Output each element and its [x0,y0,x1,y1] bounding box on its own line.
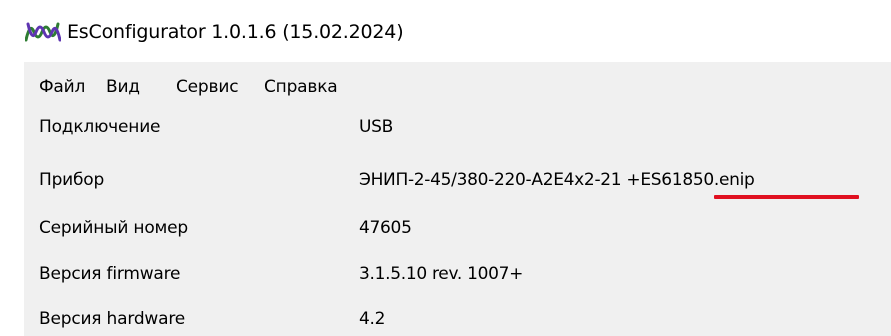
title-bar: EsConfigurator 1.0.1.6 (15.02.2024) [0,0,891,62]
info-row-hardware: Версия hardware 4.2 [24,300,891,336]
hardware-label: Версия hardware [39,309,186,329]
serial-value: 47605 [359,218,412,238]
menu-view[interactable]: Вид [106,76,140,98]
device-value: ЭНИП-2-45/380-220-A2E4x2-21 +ES61850.eni… [359,170,755,190]
connection-value: USB [359,117,393,137]
menu-service[interactable]: Сервис [176,76,239,98]
window-title: EsConfigurator 1.0.1.6 (15.02.2024) [67,21,404,43]
menu-help[interactable]: Справка [264,76,338,98]
device-label: Прибор [39,170,105,190]
serial-label: Серийный номер [39,218,188,238]
main-panel: Файл Вид Сервис Справка Подключение USB … [24,62,891,336]
info-row-serial: Серийный номер 47605 [24,209,891,249]
firmware-value: 3.1.5.10 rev. 1007+ [359,264,524,284]
menu-file[interactable]: Файл [39,76,85,98]
menu-bar: Файл Вид Сервис Справка [24,62,891,108]
info-row-firmware: Версия firmware 3.1.5.10 rev. 1007+ [24,255,891,295]
connection-label: Подключение [39,117,161,137]
app-window: EsConfigurator 1.0.1.6 (15.02.2024) Файл… [0,0,891,336]
highlight-underline [714,195,859,199]
hardware-value: 4.2 [359,309,386,329]
wave-logo-icon [25,20,61,44]
firmware-label: Версия firmware [39,264,181,284]
info-row-connection: Подключение USB [24,108,891,148]
